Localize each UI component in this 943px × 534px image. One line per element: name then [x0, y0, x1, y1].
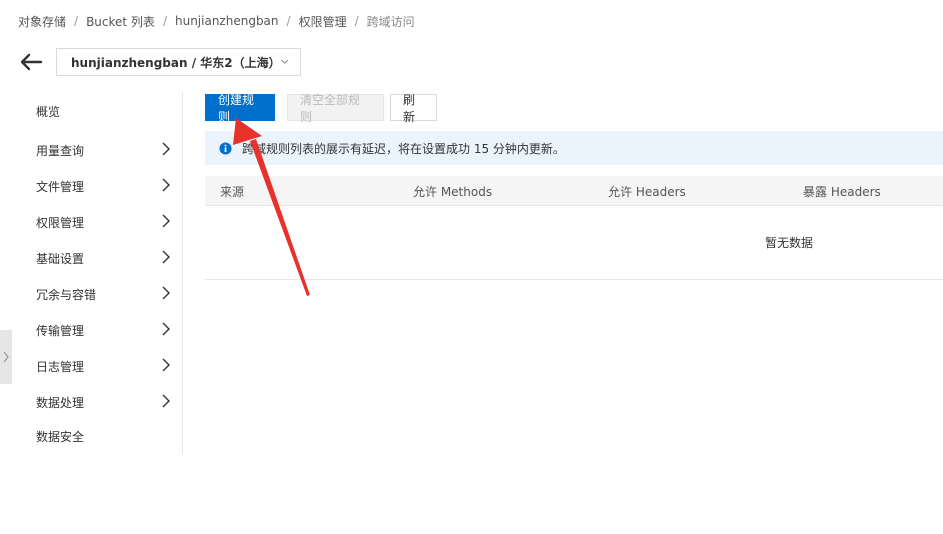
refresh-button[interactable]: 刷新: [390, 93, 437, 124]
toolbar: 创建规则 清空全部规则 刷新: [205, 93, 443, 124]
chevron-right-icon: [162, 214, 170, 228]
create-rule-button[interactable]: 创建规则: [205, 93, 275, 124]
arrow-left-icon: [20, 53, 43, 71]
sidebar-item-label: 文件管理: [36, 179, 85, 194]
sidebar-item-label: 数据安全: [36, 429, 85, 444]
sidebar-item-label: 概览: [36, 104, 61, 119]
chevron-right-icon: [162, 286, 170, 300]
breadcrumb: 对象存储 / Bucket 列表 / hunjianzhengban / 权限管…: [18, 12, 415, 30]
table-header: 来源 允许 Methods 允许 Headers 暴露 Headers: [205, 176, 943, 206]
column-header-allowed-headers: 允许 Headers: [608, 184, 686, 199]
chevron-right-icon: [162, 142, 170, 156]
sidebar-item-permissions[interactable]: 权限管理: [36, 212, 176, 232]
sidebar-item-label: 冗余与容错: [36, 287, 97, 302]
sidebar-item-label: 用量查询: [36, 143, 85, 158]
chevron-right-icon: [162, 322, 170, 336]
breadcrumb-separator: /: [354, 14, 359, 28]
sidebar: 概览 用量查询 文件管理 权限管理 基础设置 冗余与容错 传输管理 日志管理 数…: [0, 92, 183, 454]
breadcrumb-item-bucket-list[interactable]: Bucket 列表: [86, 13, 155, 30]
chevron-right-icon: [162, 358, 170, 372]
sidebar-item-label: 基础设置: [36, 251, 85, 266]
page-header: hunjianzhengban / 华东2（上海）: [18, 48, 301, 76]
sidebar-item-files[interactable]: 文件管理: [36, 176, 176, 196]
notice-text: 跨域规则列表的展示有延迟，将在设置成功 15 分钟内更新。: [242, 141, 565, 156]
breadcrumb-current: 跨域访问: [366, 14, 415, 29]
chevron-right-icon: [162, 394, 170, 408]
column-header-allowed-methods: 允许 Methods: [413, 184, 493, 199]
table-body: 暂无数据: [205, 206, 943, 280]
chevron-right-icon: [162, 250, 170, 264]
sidebar-item-label: 传输管理: [36, 323, 85, 338]
bucket-region-select[interactable]: hunjianzhengban / 华东2（上海）: [56, 48, 301, 76]
chevron-down-icon: [280, 59, 288, 64]
sidebar-collapse-toggle[interactable]: [0, 330, 12, 384]
bucket-select-value: hunjianzhengban / 华东2（上海）: [71, 55, 281, 70]
sidebar-item-basic-settings[interactable]: 基础设置: [36, 248, 176, 268]
sidebar-item-data-security[interactable]: 数据安全: [36, 426, 176, 446]
breadcrumb-item-oss[interactable]: 对象存储: [18, 13, 66, 30]
sidebar-item-usage[interactable]: 用量查询: [36, 140, 176, 160]
column-header-origin: 来源: [220, 184, 245, 199]
breadcrumb-separator: /: [162, 14, 167, 28]
back-button[interactable]: [18, 48, 44, 76]
empty-state-text: 暂无数据: [765, 236, 814, 250]
breadcrumb-separator: /: [74, 14, 79, 28]
sidebar-item-redundancy[interactable]: 冗余与容错: [36, 284, 176, 304]
chevron-right-icon: [162, 178, 170, 192]
cors-rules-table: 来源 允许 Methods 允许 Headers 暴露 Headers 暂无数据: [205, 176, 943, 280]
sidebar-item-data-processing[interactable]: 数据处理: [36, 392, 176, 412]
breadcrumb-item-permissions[interactable]: 权限管理: [299, 13, 347, 30]
column-header-expose-headers: 暴露 Headers: [803, 184, 881, 199]
sidebar-item-transfer[interactable]: 传输管理: [36, 320, 176, 340]
clear-all-rules-button[interactable]: 清空全部规则: [287, 93, 384, 124]
sidebar-item-label: 日志管理: [36, 359, 85, 374]
sidebar-item-label: 权限管理: [36, 215, 85, 230]
sidebar-item-label: 数据处理: [36, 395, 85, 410]
breadcrumb-separator: /: [286, 14, 291, 28]
info-icon: [219, 141, 232, 155]
info-notice: 跨域规则列表的展示有延迟，将在设置成功 15 分钟内更新。: [205, 131, 943, 165]
chevron-right-icon: [3, 351, 9, 363]
sidebar-item-overview[interactable]: 概览: [36, 101, 176, 121]
sidebar-item-logs[interactable]: 日志管理: [36, 356, 176, 376]
breadcrumb-item-bucket[interactable]: hunjianzhengban: [175, 14, 279, 28]
